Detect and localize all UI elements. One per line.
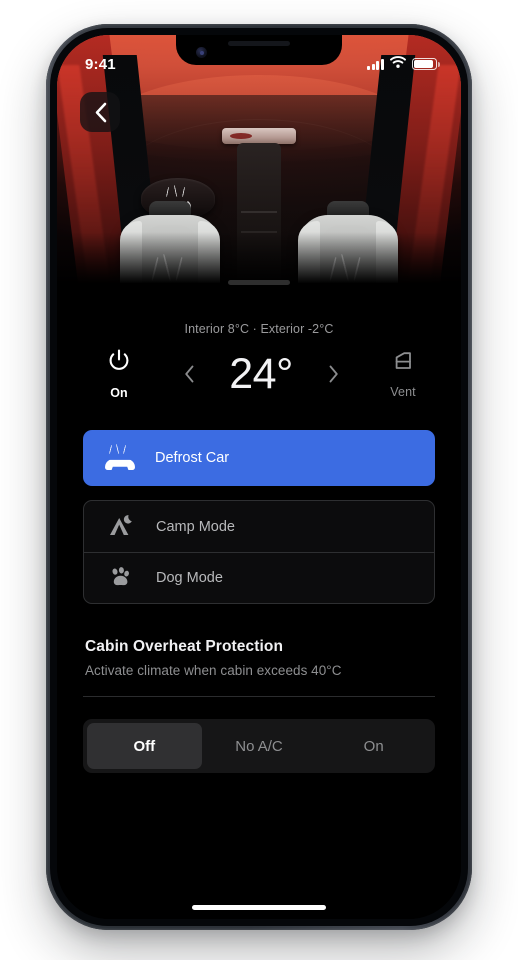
- battery-icon: [412, 58, 440, 70]
- chevron-left-icon: [94, 102, 107, 123]
- status-bar: 9:41: [57, 35, 461, 79]
- climate-panel: Interior 8°C · Exterior -2°C On 24° Vent…: [57, 288, 461, 919]
- wifi-icon: [390, 55, 406, 73]
- home-indicator[interactable]: [192, 905, 326, 910]
- temperature-value: 24°: [229, 349, 293, 398]
- climate-power-button[interactable]: On: [87, 348, 151, 400]
- segment-on[interactable]: On: [316, 723, 431, 769]
- cellular-signal-icon: [366, 58, 384, 70]
- status-bar-time: 9:41: [85, 55, 116, 73]
- vent-label: Vent: [390, 385, 416, 399]
- camp-mode-label: Camp Mode: [156, 518, 235, 535]
- camp-mode-row[interactable]: Camp Mode: [84, 501, 434, 552]
- temperature-decrease-button[interactable]: [179, 359, 199, 389]
- cabin-overheat-segmented-control: Off No A/C On: [83, 719, 435, 773]
- dog-mode-row[interactable]: Dog Mode: [84, 552, 434, 603]
- defrost-car-icon: [105, 443, 135, 472]
- interior-exterior-temps: Interior 8°C · Exterior -2°C: [184, 322, 334, 336]
- heated-steering-wheel-icon: [165, 184, 190, 198]
- screenshot-canvas: 9:41 Interior 8°C · Exterior -2°C On 24°…: [0, 0, 518, 960]
- climate-power-label: On: [110, 386, 128, 400]
- vent-button[interactable]: Vent: [371, 349, 435, 399]
- tent-moon-icon: [106, 513, 136, 541]
- section-divider: [83, 696, 435, 697]
- car-window-vent-icon: [391, 349, 415, 378]
- temperature-increase-button[interactable]: [323, 359, 343, 389]
- segment-off[interactable]: Off: [87, 723, 202, 769]
- back-button[interactable]: [80, 92, 120, 132]
- power-icon: [106, 348, 132, 379]
- cabin-overheat-protection-section: Cabin Overheat Protection Activate clima…: [57, 604, 461, 678]
- climate-controls-row: On 24° Vent: [57, 336, 461, 400]
- temperature-stepper: 24°: [179, 349, 343, 398]
- image-carousel-indicator[interactable]: [228, 280, 290, 285]
- defrost-car-label: Defrost Car: [155, 450, 230, 466]
- defrost-car-button[interactable]: Defrost Car: [83, 430, 435, 486]
- segment-no-ac[interactable]: No A/C: [202, 723, 317, 769]
- modes-card: Camp Mode Dog Mode: [83, 500, 435, 604]
- cabin-overheat-title: Cabin Overheat Protection: [85, 638, 284, 655]
- dog-mode-label: Dog Mode: [156, 570, 223, 586]
- cabin-overheat-subtitle: Activate climate when cabin exceeds 40°C: [85, 663, 342, 678]
- rearview-mirror: [222, 128, 296, 144]
- phone-screen: 9:41 Interior 8°C · Exterior -2°C On 24°…: [57, 35, 461, 919]
- paw-print-icon: [106, 564, 136, 592]
